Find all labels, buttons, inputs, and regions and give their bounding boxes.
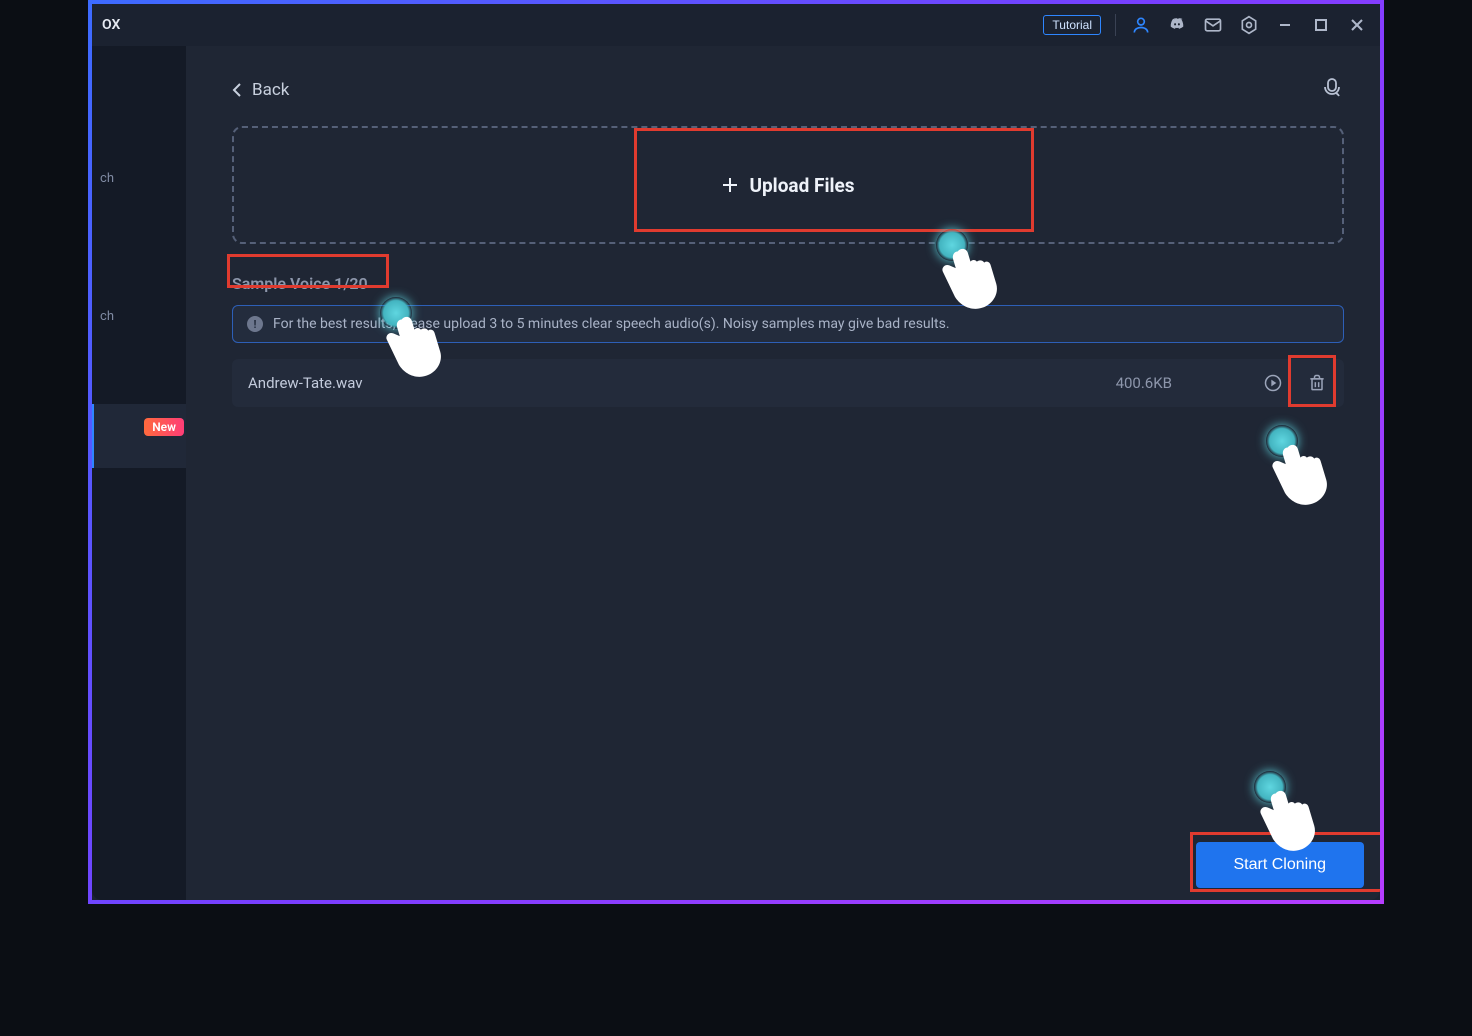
play-circle-icon xyxy=(1263,373,1283,393)
start-zone: Start Cloning xyxy=(1196,842,1365,888)
sample-voice-heading: Sample Voice 1/20 xyxy=(232,274,1344,293)
upload-dropzone[interactable]: Upload Files xyxy=(232,126,1344,244)
tutorial-button[interactable]: Tutorial xyxy=(1043,15,1101,35)
back-label: Back xyxy=(252,80,289,100)
delete-button[interactable] xyxy=(1306,372,1328,394)
file-name: Andrew-Tate.wav xyxy=(248,374,1116,392)
start-cloning-button[interactable]: Start Cloning xyxy=(1196,842,1365,888)
app-window: OX Tutorial xyxy=(88,0,1384,904)
settings-gear-icon[interactable] xyxy=(1238,14,1260,36)
sidebar-item-b[interactable]: ch xyxy=(92,284,186,348)
user-icon[interactable] xyxy=(1130,14,1152,36)
uploaded-file-row: Andrew-Tate.wav 400.6KB xyxy=(232,359,1344,407)
play-button[interactable] xyxy=(1262,372,1284,394)
titlebar: OX Tutorial xyxy=(92,4,1380,46)
discord-icon[interactable] xyxy=(1166,14,1188,36)
window-minimize-button[interactable] xyxy=(1274,14,1296,36)
sidebar-item-new[interactable]: New xyxy=(92,404,186,468)
mail-icon[interactable] xyxy=(1202,14,1224,36)
trash-icon xyxy=(1307,373,1327,393)
file-size: 400.6KB xyxy=(1116,374,1172,392)
plus-icon xyxy=(721,176,739,194)
main-content: Back Upload Files Sample Voice 1/20 ! xyxy=(186,46,1380,900)
back-button[interactable]: Back xyxy=(232,80,289,100)
upload-label-wrap: Upload Files xyxy=(721,174,854,197)
info-icon: ! xyxy=(247,316,263,332)
info-note-text: For the best results, please upload 3 to… xyxy=(273,316,950,332)
titlebar-separator xyxy=(1115,14,1116,36)
window-close-button[interactable] xyxy=(1346,14,1368,36)
window-maximize-button[interactable] xyxy=(1310,14,1332,36)
app-title-fragment: OX xyxy=(102,17,120,33)
upload-label: Upload Files xyxy=(749,174,854,197)
chevron-left-icon xyxy=(232,82,242,98)
sidebar-item-label: ch xyxy=(100,309,114,324)
sidebar-item-a[interactable]: ch xyxy=(92,146,186,210)
titlebar-right-cluster: Tutorial xyxy=(1043,14,1368,36)
voice-wave-icon[interactable] xyxy=(1320,76,1344,104)
top-row: Back xyxy=(232,76,1344,104)
sample-voice-heading-text: Sample Voice 1/20 xyxy=(232,274,368,293)
sidebar-item-label: ch xyxy=(100,171,114,186)
info-note: ! For the best results, please upload 3 … xyxy=(232,305,1344,343)
new-badge: New xyxy=(144,418,184,436)
sidebar: ch ch New xyxy=(92,46,186,900)
